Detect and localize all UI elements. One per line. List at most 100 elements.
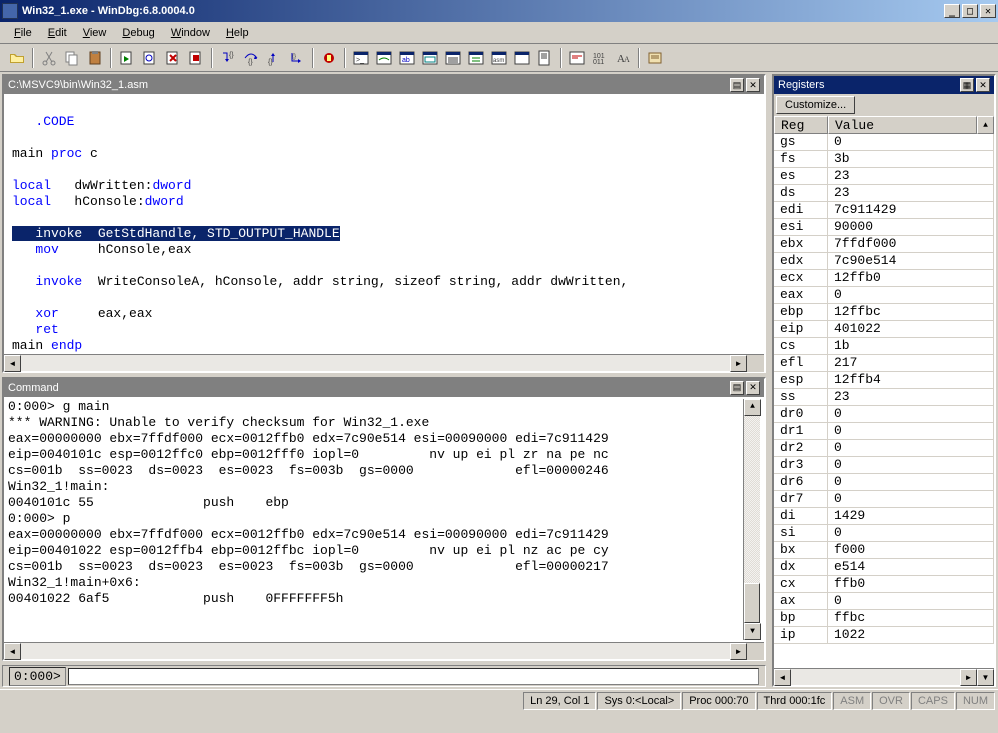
menu-help[interactable]: Help — [218, 25, 257, 41]
register-value[interactable]: 23 — [828, 185, 994, 202]
register-value[interactable]: 0 — [828, 525, 994, 542]
command-panel-header[interactable]: Command ▤ ✕ — [4, 379, 764, 397]
registers-scrollbar-h[interactable]: ◄ ► ▼ — [774, 668, 994, 685]
step-out-button[interactable]: {} — [263, 47, 285, 69]
scroll-left-icon[interactable]: ◄ — [4, 643, 21, 660]
register-value[interactable]: e514 — [828, 559, 994, 576]
register-row[interactable]: ebx7ffdf000 — [774, 236, 994, 253]
register-row[interactable]: dr00 — [774, 406, 994, 423]
register-value[interactable]: 12ffb0 — [828, 270, 994, 287]
register-row[interactable]: edx7c90e514 — [774, 253, 994, 270]
menu-view[interactable]: View — [75, 25, 115, 41]
memory-window-button[interactable] — [442, 47, 464, 69]
command-scrollbar-h[interactable]: ◄ ► — [4, 642, 764, 659]
register-value[interactable]: 12ffb4 — [828, 372, 994, 389]
reg-header-value[interactable]: Value — [828, 116, 977, 134]
register-row[interactable]: dr20 — [774, 440, 994, 457]
paste-button[interactable] — [84, 47, 106, 69]
maximize-button[interactable]: □ — [962, 4, 978, 18]
register-row[interactable]: esp12ffb4 — [774, 372, 994, 389]
registers-table[interactable]: Reg Value ▲ gs0fs3bes23ds23edi7c911429es… — [774, 116, 994, 668]
binary-button[interactable]: 101011 — [589, 47, 611, 69]
command-window-button[interactable]: >_ — [350, 47, 372, 69]
source-close-button[interactable]: ✕ — [746, 78, 760, 92]
register-value[interactable]: 23 — [828, 168, 994, 185]
register-row[interactable]: eip401022 — [774, 321, 994, 338]
register-value[interactable]: f000 — [828, 542, 994, 559]
run-to-cursor-button[interactable]: {} — [286, 47, 308, 69]
cut-button[interactable] — [38, 47, 60, 69]
scroll-up-icon[interactable]: ▲ — [744, 399, 761, 416]
minimize-button[interactable]: _ — [944, 4, 960, 18]
register-row[interactable]: ss23 — [774, 389, 994, 406]
register-row[interactable]: ip1022 — [774, 627, 994, 644]
register-row[interactable]: cs1b — [774, 338, 994, 355]
scroll-left-icon[interactable]: ◄ — [4, 355, 21, 372]
register-value[interactable]: 1022 — [828, 627, 994, 644]
register-value[interactable]: 7ffdf000 — [828, 236, 994, 253]
register-row[interactable]: efl217 — [774, 355, 994, 372]
registers-window-button[interactable] — [419, 47, 441, 69]
register-row[interactable]: bpffbc — [774, 610, 994, 627]
register-row[interactable]: cxffb0 — [774, 576, 994, 593]
register-value[interactable]: 1429 — [828, 508, 994, 525]
register-value[interactable]: 0 — [828, 406, 994, 423]
scroll-down-icon[interactable]: ▼ — [977, 669, 994, 686]
register-value[interactable]: 0 — [828, 440, 994, 457]
scroll-right-icon[interactable]: ► — [960, 669, 977, 686]
customize-button[interactable]: Customize... — [776, 96, 855, 114]
copy-button[interactable] — [61, 47, 83, 69]
watch-window-button[interactable] — [373, 47, 395, 69]
restart-button[interactable] — [139, 47, 161, 69]
registers-close-button[interactable]: ✕ — [976, 78, 990, 92]
register-value[interactable]: 0 — [828, 134, 994, 151]
options-button[interactable] — [644, 47, 666, 69]
command-close-button[interactable]: ✕ — [746, 381, 760, 395]
close-button[interactable]: ✕ — [980, 4, 996, 18]
register-value[interactable]: 0 — [828, 474, 994, 491]
register-value[interactable]: 0 — [828, 491, 994, 508]
step-into-button[interactable]: {} — [217, 47, 239, 69]
step-over-button[interactable]: {} — [240, 47, 262, 69]
reg-header-name[interactable]: Reg — [774, 116, 828, 134]
register-row[interactable]: dr30 — [774, 457, 994, 474]
register-value[interactable]: 0 — [828, 593, 994, 610]
register-value[interactable]: 1b — [828, 338, 994, 355]
register-value[interactable]: 90000 — [828, 219, 994, 236]
registers-panel-header[interactable]: Registers ▦ ✕ — [774, 76, 994, 94]
register-row[interactable]: dr70 — [774, 491, 994, 508]
locals-window-button[interactable]: ab — [396, 47, 418, 69]
register-value[interactable]: 401022 — [828, 321, 994, 338]
scratchpad-button[interactable] — [511, 47, 533, 69]
register-row[interactable]: ebp12ffbc — [774, 304, 994, 321]
scroll-left-icon[interactable]: ◄ — [774, 669, 791, 686]
register-value[interactable]: ffb0 — [828, 576, 994, 593]
register-row[interactable]: si0 — [774, 525, 994, 542]
callstack-window-button[interactable] — [465, 47, 487, 69]
register-row[interactable]: dr10 — [774, 423, 994, 440]
command-output[interactable]: 0:000> g main *** WARNING: Unable to ver… — [8, 399, 743, 640]
register-value[interactable]: 217 — [828, 355, 994, 372]
register-row[interactable]: dr60 — [774, 474, 994, 491]
menu-debug[interactable]: Debug — [114, 25, 162, 41]
source-mode-button[interactable] — [566, 47, 588, 69]
source-scrollbar-h[interactable]: ◄ ► — [4, 354, 764, 371]
scroll-right-icon[interactable]: ► — [730, 355, 747, 372]
register-row[interactable]: ecx12ffb0 — [774, 270, 994, 287]
menu-window[interactable]: Window — [163, 25, 218, 41]
register-row[interactable]: gs0 — [774, 134, 994, 151]
register-row[interactable]: edi7c911429 — [774, 202, 994, 219]
register-row[interactable]: esi90000 — [774, 219, 994, 236]
source-window-button[interactable] — [534, 47, 556, 69]
register-value[interactable]: 7c911429 — [828, 202, 994, 219]
register-value[interactable]: 0 — [828, 423, 994, 440]
command-scrollbar-v[interactable]: ▲ ▼ — [743, 399, 760, 640]
scroll-right-icon[interactable]: ► — [730, 643, 747, 660]
command-input[interactable] — [68, 668, 759, 685]
scroll-down-icon[interactable]: ▼ — [744, 623, 761, 640]
open-button[interactable] — [6, 47, 28, 69]
register-row[interactable]: dxe514 — [774, 559, 994, 576]
menu-file[interactable]: File — [6, 25, 40, 41]
breakpoint-button[interactable] — [318, 47, 340, 69]
go-button[interactable] — [116, 47, 138, 69]
